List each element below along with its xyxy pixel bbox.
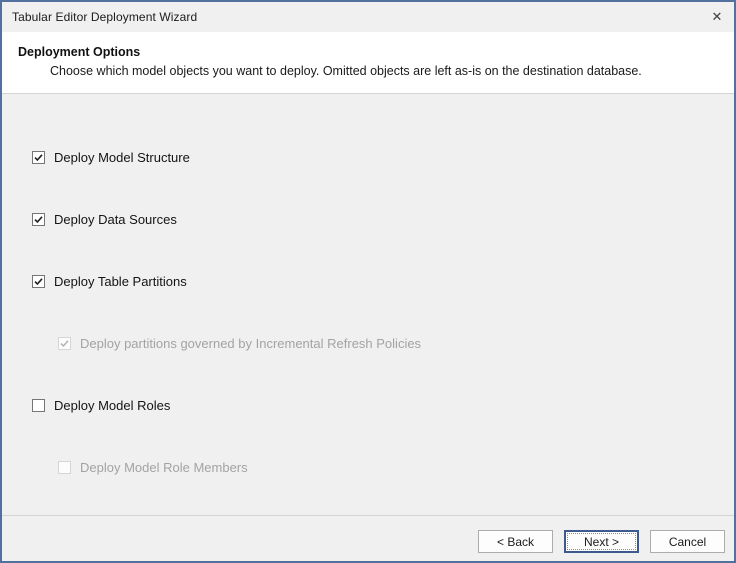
checkmark-icon — [33, 276, 44, 287]
deployment-wizard-window: Tabular Editor Deployment Wizard ✕ Deplo… — [0, 0, 736, 563]
checkbox-label: Deploy Model Role Members — [80, 460, 248, 475]
next-button[interactable]: Next > — [564, 530, 639, 553]
close-icon[interactable]: ✕ — [700, 2, 734, 32]
checkbox-option-row[interactable]: Deploy Data Sources — [32, 211, 734, 227]
checkbox[interactable] — [32, 399, 45, 412]
checkbox — [58, 337, 71, 350]
checkbox[interactable] — [32, 151, 45, 164]
checkbox-option-row[interactable]: Deploy Table Partitions — [32, 273, 734, 289]
cancel-button[interactable]: Cancel — [650, 530, 725, 553]
checkbox-label: Deploy Table Partitions — [54, 274, 187, 289]
checkbox-label: Deploy partitions governed by Incrementa… — [80, 336, 421, 351]
options-list: Deploy Model Structure Deploy Data Sourc… — [2, 94, 734, 515]
page-description: Choose which model objects you want to d… — [50, 64, 718, 78]
checkbox-option-row: Deploy Model Role Members — [58, 459, 734, 475]
checkbox — [58, 461, 71, 474]
page-title: Deployment Options — [18, 45, 718, 59]
back-button[interactable]: < Back — [478, 530, 553, 553]
checkbox-label: Deploy Data Sources — [54, 212, 177, 227]
checkbox[interactable] — [32, 213, 45, 226]
title-bar[interactable]: Tabular Editor Deployment Wizard ✕ — [2, 2, 734, 32]
checkbox-option-row: Deploy partitions governed by Incrementa… — [58, 335, 734, 351]
checkbox-label: Deploy Model Roles — [54, 398, 170, 413]
wizard-header: Deployment Options Choose which model ob… — [2, 32, 734, 93]
checkbox-option-row[interactable]: Deploy Model Structure — [32, 149, 734, 165]
checkbox-option-row[interactable]: Deploy Model Roles — [32, 397, 734, 413]
window-title: Tabular Editor Deployment Wizard — [12, 10, 700, 24]
footer-button-bar: < Back Next > Cancel — [2, 516, 734, 561]
checkmark-icon — [59, 338, 70, 349]
checkbox-label: Deploy Model Structure — [54, 150, 190, 165]
checkbox[interactable] — [32, 275, 45, 288]
checkmark-icon — [33, 214, 44, 225]
checkmark-icon — [33, 152, 44, 163]
